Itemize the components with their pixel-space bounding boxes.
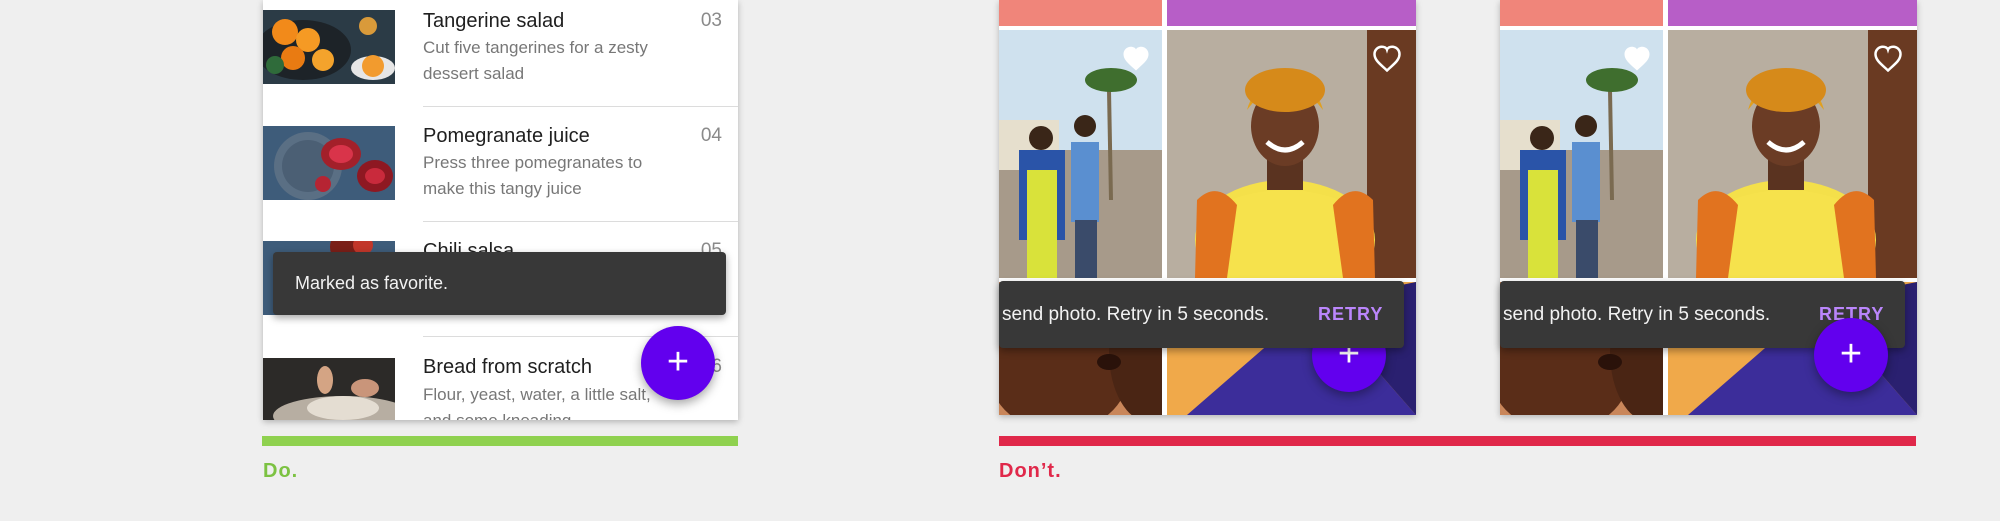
- snackbar: Marked as favorite.: [273, 252, 726, 315]
- retry-button[interactable]: RETRY: [1318, 281, 1383, 348]
- item-title: Tangerine salad: [423, 10, 565, 32]
- favorite-heart-icon[interactable]: [1873, 44, 1903, 72]
- add-fab-button[interactable]: +: [641, 326, 715, 400]
- item-number: 03: [700, 10, 722, 31]
- item-description: Flour, yeast, water, a little salt, and …: [423, 385, 651, 420]
- photo-tile[interactable]: [1500, 0, 1663, 26]
- photo-tile[interactable]: [1668, 0, 1917, 26]
- snackbar-message: send photo. Retry in 5 seconds.: [1503, 304, 1771, 325]
- plus-icon: +: [1839, 333, 1863, 375]
- snackbar: send photo. Retry in 5 seconds. RETRY: [999, 281, 1404, 348]
- list-item[interactable]: Tangerine salad Cut five tangerines for …: [263, 0, 738, 106]
- photo-tile[interactable]: [999, 0, 1162, 26]
- bread-thumbnail: [263, 358, 395, 420]
- do-caption: Do.: [263, 460, 299, 482]
- item-number: 04: [700, 125, 722, 146]
- dont-caption: Don’t.: [999, 460, 1062, 482]
- item-title: Bread from scratch: [423, 356, 592, 378]
- dont-indicator-bar: [999, 436, 1916, 446]
- do-indicator-bar: [262, 436, 738, 446]
- pomegranate-juice-thumbnail: [263, 126, 395, 200]
- item-description: Press three pomegranates to make this ta…: [423, 153, 643, 198]
- snackbar-message: send photo. Retry in 5 seconds.: [1002, 304, 1270, 325]
- plus-icon: +: [666, 341, 690, 383]
- item-description: Cut five tangerines for a zesty dessert …: [423, 38, 648, 83]
- list-item[interactable]: Pomegranate juice Press three pomegranat…: [263, 106, 738, 221]
- item-title: Pomegranate juice: [423, 125, 590, 147]
- tangerine-salad-thumbnail: [263, 10, 395, 84]
- favorite-heart-icon[interactable]: [1372, 44, 1402, 72]
- favorite-heart-icon[interactable]: [1121, 44, 1151, 72]
- favorite-heart-icon[interactable]: [1622, 44, 1652, 72]
- photo-tile[interactable]: [1167, 0, 1416, 26]
- snackbar-message: Marked as favorite.: [295, 273, 449, 293]
- add-fab-button[interactable]: +: [1814, 318, 1888, 392]
